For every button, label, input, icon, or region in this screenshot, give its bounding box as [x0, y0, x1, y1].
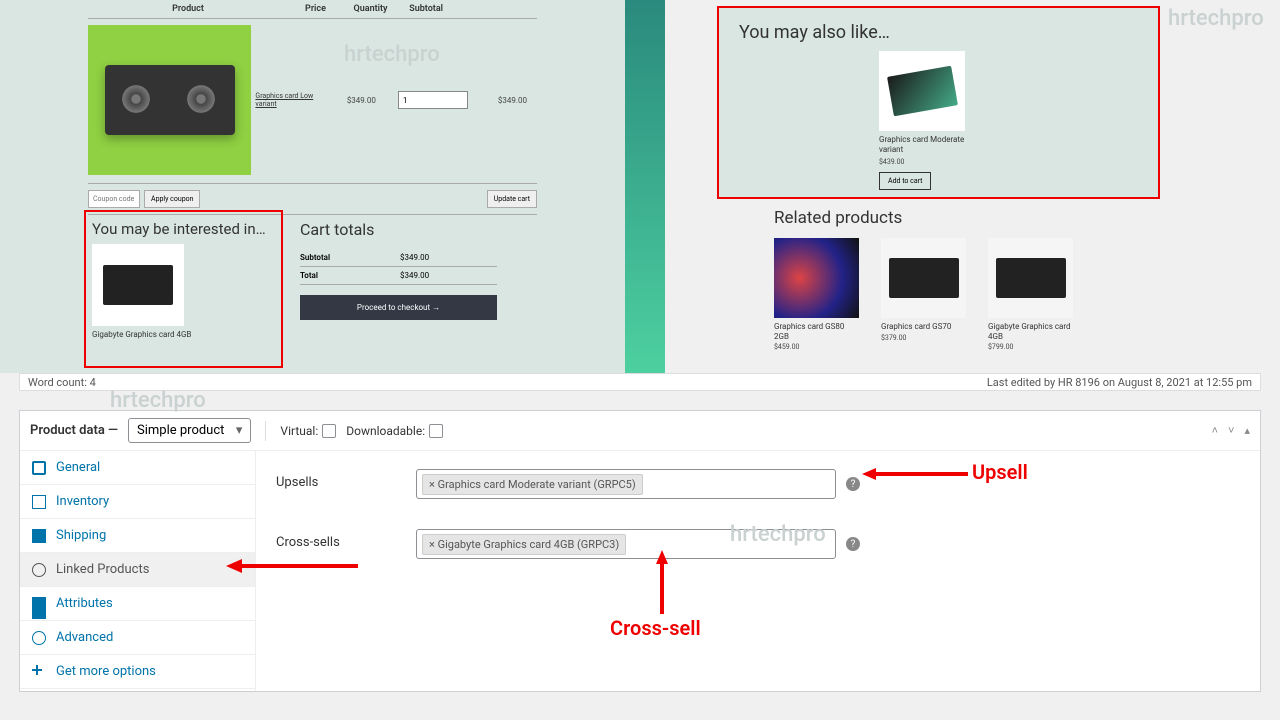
- upsells-label: Upsells: [276, 469, 416, 490]
- interested-box: You may be interested in… Gigabyte Graph…: [84, 210, 283, 368]
- cart-totals: Cart totals Subtotal$349.00 Total$349.00…: [300, 220, 497, 320]
- product-type-select[interactable]: Simple product: [128, 418, 251, 443]
- word-count: Word count: 4: [28, 376, 96, 389]
- related-name: Graphics card GS80 2GB: [774, 322, 859, 341]
- related-item[interactable]: Gigabyte Graphics card 4GB $799.00: [988, 238, 1073, 351]
- alsolike-price: $439.00: [879, 158, 965, 166]
- last-edited: Last edited by HR 8196 on August 8, 2021…: [987, 376, 1252, 389]
- panel-title: Product data —: [30, 423, 118, 438]
- tab-advanced[interactable]: Advanced: [20, 621, 255, 655]
- crosssell-label: Cross-sell: [610, 616, 701, 640]
- col-product: Product: [88, 4, 288, 14]
- tab-general[interactable]: General: [20, 451, 255, 485]
- cart-item-subtotal: $349.00: [498, 96, 527, 105]
- arrow-annotation: [652, 548, 672, 618]
- related-item[interactable]: Graphics card GS80 2GB $459.00: [774, 238, 859, 351]
- tab-linked-products[interactable]: Linked Products: [20, 553, 255, 587]
- arrow-annotation: [858, 464, 978, 484]
- interested-image[interactable]: [92, 244, 184, 326]
- alsolike-title: You may also like…: [739, 22, 1138, 43]
- product-tabs: General Inventory Shipping Linked Produc…: [20, 451, 256, 691]
- apply-coupon-button[interactable]: Apply coupon: [144, 190, 200, 208]
- panel-toggle-icon[interactable]: ▴: [1244, 424, 1250, 437]
- related-image: [774, 238, 859, 318]
- tab-get-more[interactable]: Get more options: [20, 655, 255, 689]
- tab-attributes[interactable]: Attributes: [20, 587, 255, 621]
- panel-down-icon[interactable]: ˅: [1228, 424, 1234, 437]
- total-label: Total: [300, 267, 400, 285]
- col-subtotal: Subtotal: [398, 4, 453, 14]
- crosssells-label: Cross-sells: [276, 529, 416, 550]
- related-item[interactable]: Graphics card GS70 $379.00: [881, 238, 966, 351]
- col-qty: Quantity: [343, 4, 398, 14]
- cart-item-price: $349.00: [347, 96, 376, 105]
- help-icon[interactable]: ?: [846, 537, 860, 551]
- totals-title: Cart totals: [300, 220, 497, 239]
- file-icon: [32, 495, 46, 509]
- crosssells-tag[interactable]: × Gigabyte Graphics card 4GB (GRPC3): [422, 534, 626, 555]
- related-title: Related products: [774, 208, 1073, 228]
- related-image: [881, 238, 966, 318]
- checkout-button[interactable]: Proceed to checkout →: [300, 295, 497, 320]
- product-data-panel: Product data — Simple product Virtual: D…: [19, 410, 1261, 692]
- update-cart-button[interactable]: Update cart: [487, 190, 537, 208]
- total-value: $349.00: [400, 267, 497, 285]
- related-name: Gigabyte Graphics card 4GB: [988, 322, 1073, 341]
- cart-item-link[interactable]: Graphics card Low variant: [255, 92, 324, 108]
- truck-icon: [32, 529, 46, 543]
- related-price: $379.00: [881, 334, 966, 342]
- related-image: [988, 238, 1073, 318]
- cart-qty-input[interactable]: [398, 91, 468, 109]
- panel-up-icon[interactable]: ˄: [1212, 424, 1218, 437]
- interested-name[interactable]: Gigabyte Graphics card 4GB: [92, 330, 275, 340]
- divider-gradient: [625, 0, 665, 373]
- alsolike-name[interactable]: Graphics card Moderate variant: [879, 135, 965, 156]
- list-icon: [32, 597, 46, 611]
- cart-preview-panel: Product Price Quantity Subtotal Graphics…: [0, 0, 625, 373]
- subtotal-value: $349.00: [400, 249, 497, 267]
- crosssells-input[interactable]: × Gigabyte Graphics card 4GB (GRPC3): [416, 529, 836, 559]
- coupon-input[interactable]: [88, 190, 140, 208]
- col-price: Price: [288, 4, 343, 14]
- upsells-input[interactable]: × Graphics card Moderate variant (GRPC5): [416, 469, 836, 499]
- upsell-label: Upsell: [972, 460, 1028, 484]
- link-icon: [32, 563, 46, 577]
- related-name: Graphics card GS70: [881, 322, 966, 332]
- related-price: $459.00: [774, 343, 859, 351]
- tab-inventory[interactable]: Inventory: [20, 485, 255, 519]
- downloadable-checkbox[interactable]: Downloadable:: [346, 424, 443, 438]
- related-products: Related products Graphics card GS80 2GB …: [774, 208, 1073, 351]
- interested-title: You may be interested in…: [92, 220, 275, 238]
- virtual-checkbox[interactable]: Virtual:: [280, 424, 336, 438]
- alsolike-box: You may also like… Graphics card Moderat…: [717, 6, 1160, 199]
- alsolike-image[interactable]: [879, 51, 965, 131]
- cart-item-image: [88, 25, 251, 175]
- plus-icon: [32, 665, 46, 679]
- wrench-icon: [32, 461, 46, 475]
- gear-icon: [32, 631, 46, 645]
- subtotal-label: Subtotal: [300, 249, 400, 267]
- related-price: $799.00: [988, 343, 1073, 351]
- add-to-cart-button[interactable]: Add to cart: [879, 172, 931, 190]
- upsells-tag[interactable]: × Graphics card Moderate variant (GRPC5): [422, 474, 643, 495]
- arrow-annotation: [222, 556, 362, 576]
- tab-shipping[interactable]: Shipping: [20, 519, 255, 553]
- editor-status-bar: Word count: 4 Last edited by HR 8196 on …: [19, 373, 1261, 391]
